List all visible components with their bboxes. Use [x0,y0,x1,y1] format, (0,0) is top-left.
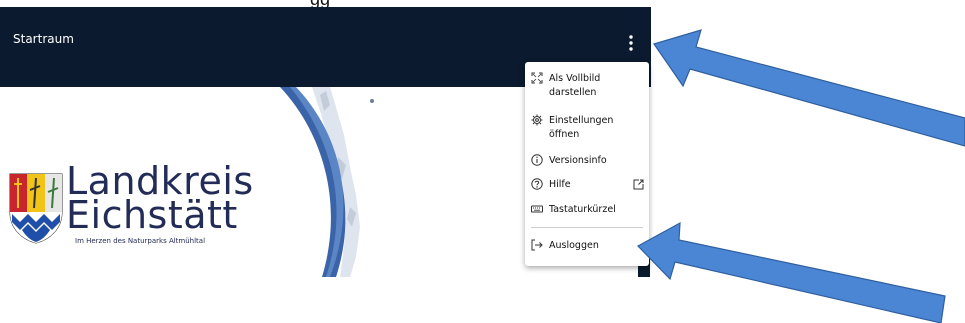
menu-item-logout[interactable]: Ausloggen [525,239,649,255]
menu-item-version-info[interactable]: Versionsinfo [525,154,649,170]
menu-item-help[interactable]: Hilfe [525,178,649,194]
menu-item-label: Tastaturkürzel [549,204,616,215]
external-link-icon [633,179,644,190]
menu-divider [531,227,643,228]
menu-item-label: Einstellungen öffnen [549,115,614,140]
page-title: Startraum [13,32,74,46]
kebab-menu-icon [629,35,633,51]
menu-item-label: Hilfe [549,179,571,190]
cropped-heading-text: gg [310,0,390,7]
info-icon [531,154,543,166]
menu-item-label: Als Vollbild darstellen [549,73,601,98]
options-dropdown-menu: Als Vollbild darstellen Einstellungen öf… [525,62,649,266]
keyboard-icon [531,205,543,213]
logo-text-eichstaett: Eichstätt [66,193,238,237]
menu-item-settings[interactable]: Einstellungen öffnen [525,114,649,144]
logo-tagline: Im Herzen des Naturparks Altmühltal [75,237,206,245]
menu-item-label: Versionsinfo [549,155,607,166]
menu-item-fullscreen[interactable]: Als Vollbild darstellen [525,72,649,102]
menu-item-keyboard-shortcuts[interactable]: Tastaturkürzel [525,203,649,219]
gear-icon [531,114,543,126]
help-icon [531,178,543,190]
more-options-button[interactable] [620,28,642,58]
menu-item-label: Ausloggen [549,240,599,251]
logout-icon [531,239,543,251]
coat-of-arms-logo [9,173,63,244]
fullscreen-icon [531,72,543,84]
